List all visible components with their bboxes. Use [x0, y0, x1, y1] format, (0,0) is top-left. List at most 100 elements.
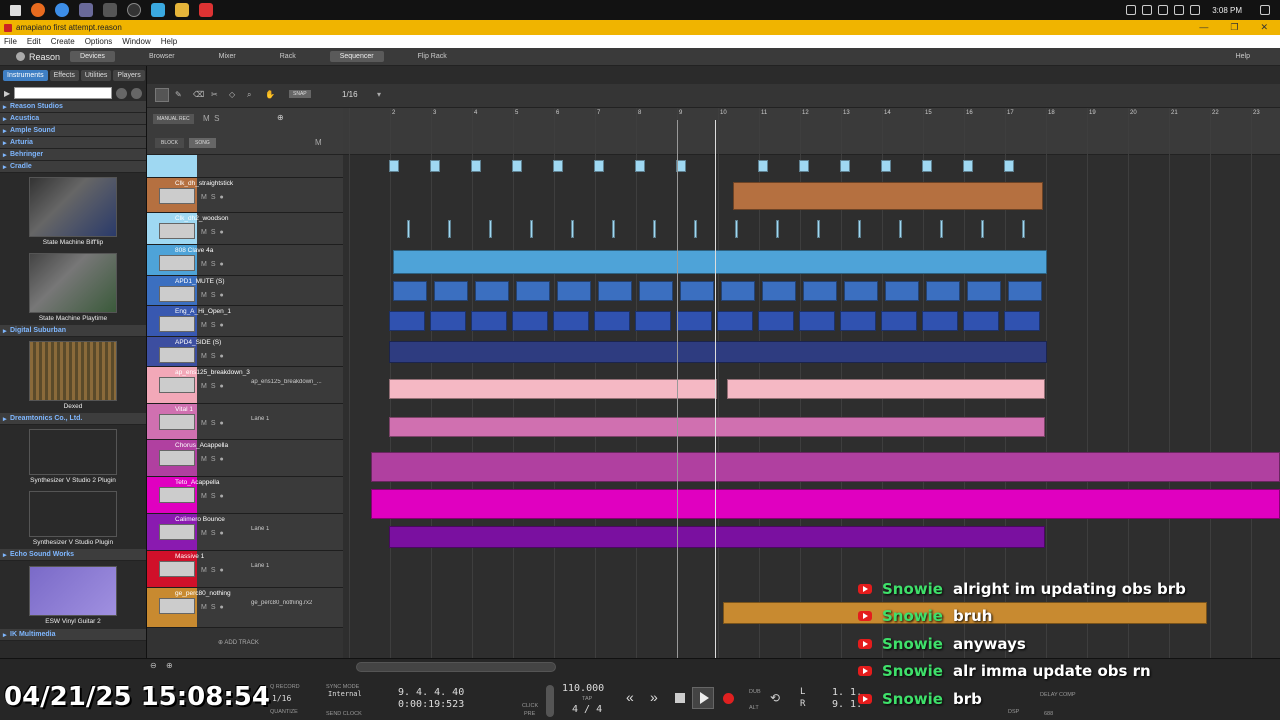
mute-solo-record-icons[interactable]: MS● [201, 194, 228, 201]
audio-clip[interactable] [1008, 281, 1042, 301]
click-level-slider[interactable] [546, 685, 554, 717]
maximize-icon[interactable]: ❐ [1230, 22, 1238, 33]
zoom-out-icon[interactable]: ⊖ [150, 661, 157, 670]
lane-name[interactable]: Lane 1 [251, 563, 269, 569]
master-mute[interactable]: M [315, 138, 322, 147]
drum-hit-clip[interactable] [981, 220, 984, 238]
timeline-ruler[interactable]: 2 3 4 5 6 7 8 9 10 11 12 13 14 15 16 17 18 19 20 21 22 23 [343, 108, 1280, 155]
drum-hit-clip[interactable] [858, 220, 861, 238]
menu-create[interactable]: Create [51, 37, 75, 46]
menu-help[interactable]: Help [161, 37, 177, 46]
audio-clip[interactable] [371, 452, 1280, 482]
track-row[interactable]: Clk_dh_straightstick MS● [147, 178, 343, 213]
snap-value[interactable]: 1/16 [342, 90, 358, 99]
reason-icon[interactable] [199, 3, 213, 17]
tab-mixer[interactable]: Mixer [209, 51, 246, 62]
track-row[interactable]: Vital 1 MS● Lane 1 [147, 404, 343, 440]
drum-hit-clip[interactable] [430, 160, 440, 172]
close-icon[interactable]: ✕ [1260, 22, 1268, 33]
block-button[interactable]: BLOCK [155, 138, 184, 148]
audio-clip[interactable] [721, 281, 755, 301]
category-ik-multimedia[interactable]: IK Multimedia [0, 629, 146, 641]
mute-solo-record-icons[interactable]: MS● [201, 383, 228, 390]
tray-icon[interactable] [1142, 5, 1153, 15]
track-row[interactable]: ap_ens125_breakdown_3 MS● ap_ens125_breakd… [147, 367, 343, 404]
mute-solo-record-icons[interactable]: MS● [201, 567, 228, 574]
zoom-in-icon[interactable]: ⊕ [166, 661, 173, 670]
eraser-tool-icon[interactable]: ⌫ [193, 90, 204, 99]
audio-clip[interactable] [389, 341, 1047, 363]
chevron-down-icon[interactable]: ▾ [377, 90, 381, 99]
drum-hit-clip[interactable] [1022, 220, 1025, 238]
track-name[interactable]: Chorus_Acappella [175, 442, 228, 449]
drum-hit-clip[interactable] [1004, 160, 1014, 172]
note-clip[interactable] [389, 417, 1045, 437]
audio-clip[interactable] [676, 311, 712, 331]
drum-hit-clip[interactable] [571, 220, 574, 238]
audio-clip[interactable] [512, 311, 548, 331]
play-button[interactable] [692, 687, 714, 709]
start-icon[interactable] [10, 4, 21, 16]
drum-hit-clip[interactable] [840, 160, 850, 172]
audio-clip[interactable] [598, 281, 632, 301]
tab-browser[interactable]: Browser [139, 51, 185, 62]
drum-hit-clip[interactable] [899, 220, 902, 238]
audio-clip[interactable] [680, 281, 714, 301]
mute-solo-record-icons[interactable]: MS● [201, 493, 228, 500]
audio-clip[interactable] [844, 281, 878, 301]
track-row[interactable]: APD1_MUTE (S) MS● [147, 276, 343, 306]
audio-clip[interactable] [553, 311, 589, 331]
tab-instruments[interactable]: Instruments [3, 70, 48, 81]
track-row[interactable]: APD4_SIDE (S) MS● [147, 337, 343, 367]
audio-clip[interactable] [557, 281, 591, 301]
chrome-icon[interactable] [55, 3, 69, 17]
track-name[interactable]: APD1_MUTE (S) [175, 278, 224, 285]
mute-solo-record-icons[interactable]: MS● [201, 261, 228, 268]
audio-clip[interactable] [389, 379, 717, 399]
audio-clip[interactable] [733, 182, 1043, 210]
drum-hit-clip[interactable] [471, 160, 481, 172]
audio-clip[interactable] [639, 281, 673, 301]
audio-clip[interactable] [371, 489, 1280, 519]
track-row[interactable] [147, 155, 343, 178]
track-row[interactable]: Clk_dh2_woodson MS● [147, 213, 343, 245]
track-name[interactable]: ge_perc80_nothing [175, 590, 231, 597]
folder-icon[interactable] [175, 3, 189, 17]
drum-hit-clip[interactable] [407, 220, 410, 238]
track-row[interactable]: Teto_Acappella MS● [147, 477, 343, 514]
tab-utilities[interactable]: Utilities [80, 70, 112, 81]
drum-hit-clip[interactable] [694, 220, 697, 238]
drum-hit-clip[interactable] [553, 160, 563, 172]
audio-clip[interactable] [881, 311, 917, 331]
audio-clip[interactable] [516, 281, 550, 301]
drum-hit-clip[interactable] [389, 160, 399, 172]
audio-clip[interactable] [635, 311, 671, 331]
track-row[interactable]: Eng_A_Hi_Open_1 MS● [147, 306, 343, 337]
mute-tool-icon[interactable]: ◇ [229, 90, 235, 99]
quantize-value[interactable]: 1/16 [272, 694, 291, 703]
drum-hit-clip[interactable] [635, 160, 645, 172]
drum-hit-clip[interactable] [653, 220, 656, 238]
menu-file[interactable]: File [4, 37, 17, 46]
track-name[interactable]: Vital 1 [175, 406, 193, 413]
horizontal-scrollbar[interactable] [356, 662, 556, 672]
drum-hit-clip[interactable] [881, 160, 891, 172]
drum-hit-clip[interactable] [594, 160, 604, 172]
browser-patch[interactable]: Synthesizer V Studio Plugin [0, 487, 146, 549]
drum-hit-clip[interactable] [922, 160, 932, 172]
audio-app-icon[interactable] [103, 3, 117, 17]
mute-solo-record-icons[interactable]: MS● [201, 292, 228, 299]
track-name[interactable]: Clk_dh2_woodson [175, 215, 228, 222]
obs-icon[interactable] [127, 3, 141, 17]
clear-search-icon[interactable] [116, 87, 128, 99]
rewind-icon[interactable]: « [626, 689, 634, 705]
drum-hit-clip[interactable] [489, 220, 492, 238]
drum-hit-clip[interactable] [735, 220, 738, 238]
audio-clip[interactable] [922, 311, 958, 331]
audio-clip[interactable] [926, 281, 960, 301]
track-row[interactable]: ge_perc80_nothing MS● ge_perc80_nothing.rx… [147, 588, 343, 628]
category-reason-studios[interactable]: Reason Studios [0, 101, 146, 113]
record-icon[interactable] [723, 693, 734, 704]
drum-hit-clip[interactable] [530, 220, 533, 238]
drum-hit-clip[interactable] [963, 160, 973, 172]
